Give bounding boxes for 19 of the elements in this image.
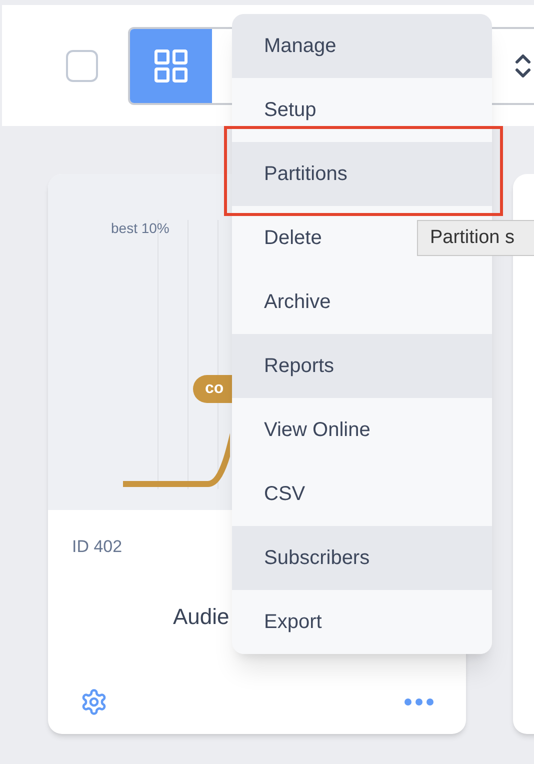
menu-item[interactable]: Manage <box>232 14 492 78</box>
menu-item[interactable]: CSV <box>232 462 492 526</box>
more-icon[interactable] <box>404 698 434 706</box>
chevron-up-down-icon[interactable] <box>514 52 532 80</box>
checkbox[interactable] <box>66 50 98 82</box>
card-title: Audie <box>173 602 230 630</box>
grid-view-button[interactable] <box>130 28 212 102</box>
grid-icon <box>154 48 188 82</box>
card-id: ID 402 <box>72 536 122 558</box>
menu-item[interactable]: View Online <box>232 398 492 462</box>
menu-item[interactable]: Partitions <box>232 142 492 206</box>
menu-item[interactable]: Setup <box>232 78 492 142</box>
menu-item[interactable]: Reports <box>232 334 492 398</box>
tooltip: Partition s <box>417 220 534 256</box>
menu-item[interactable]: Subscribers <box>232 526 492 590</box>
menu-item[interactable]: Archive <box>232 270 492 334</box>
threshold-label: best 10% <box>111 219 170 238</box>
settings-icon[interactable] <box>80 688 108 716</box>
menu-item[interactable]: Export <box>232 590 492 654</box>
